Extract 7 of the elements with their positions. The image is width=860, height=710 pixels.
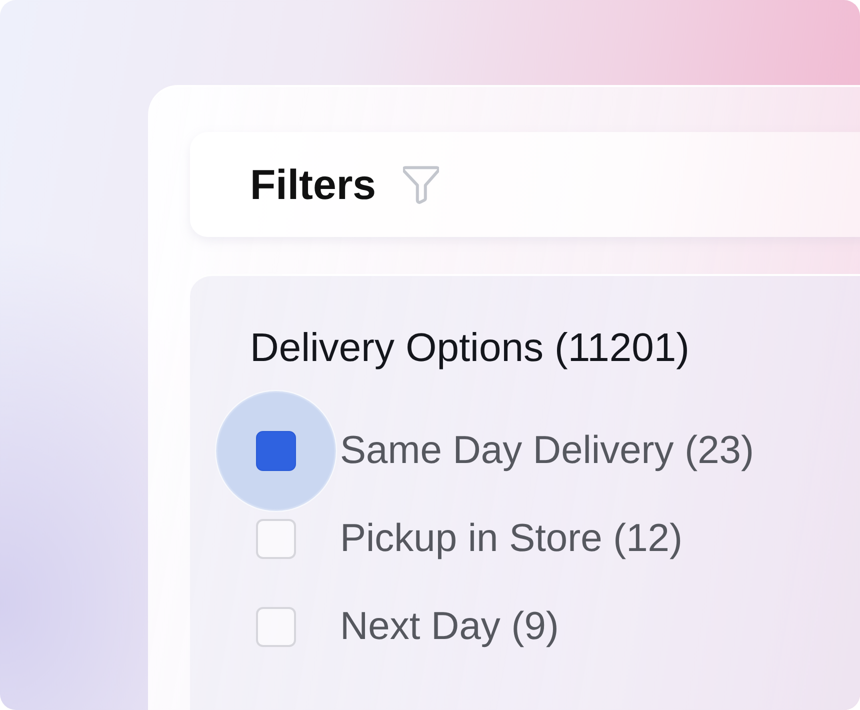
filter-icon[interactable] <box>403 166 440 204</box>
option-label[interactable]: Same Day Delivery (23) <box>340 428 754 474</box>
section-title: Delivery Options (11201) <box>250 326 690 370</box>
filters-title: Filters <box>250 160 376 208</box>
option-label[interactable]: Next Day (9) <box>340 604 559 650</box>
checkbox[interactable] <box>256 431 296 471</box>
option-label[interactable]: Pickup in Store (12) <box>340 516 682 562</box>
